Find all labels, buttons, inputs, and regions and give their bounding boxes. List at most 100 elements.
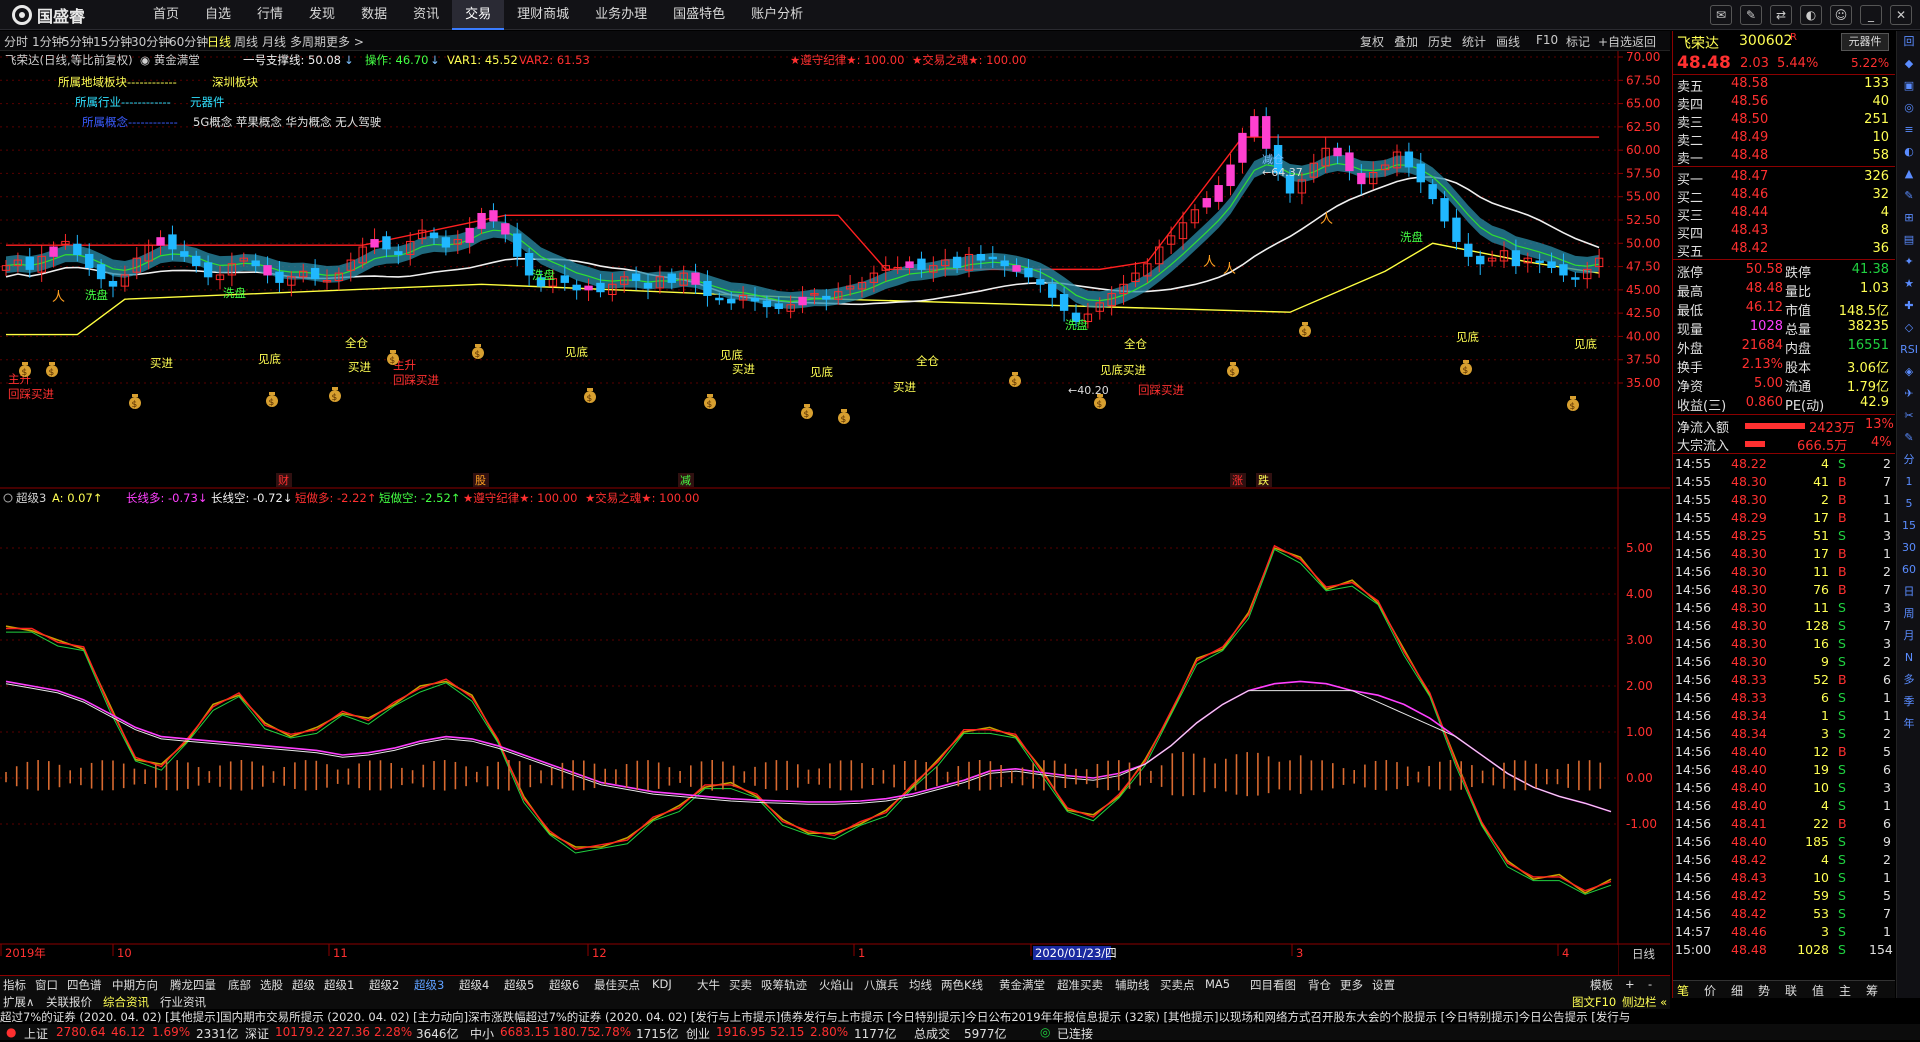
period-4[interactable]: 30分钟 (131, 33, 170, 50)
period-1[interactable]: 1分钟 (32, 33, 64, 50)
sidebar-tool-12[interactable]: ✚ (1897, 295, 1920, 317)
nav-item-0[interactable]: 首页 (140, 0, 192, 30)
sidebar-tool-9[interactable]: ▤ (1897, 229, 1920, 251)
close-icon[interactable]: ✕ (1890, 5, 1912, 25)
nav-item-7[interactable]: 理财商城 (504, 0, 582, 30)
chart-tool-1[interactable]: 叠加 (1394, 33, 1418, 50)
indicator-tab-14[interactable]: 最佳买点 (594, 977, 640, 993)
indicator-tab-30[interactable]: 更多 (1340, 977, 1363, 993)
chart-tool-5[interactable]: F10 (1536, 33, 1558, 47)
nav-item-1[interactable]: 自选 (192, 0, 244, 30)
sidebar-tool-22[interactable]: 15 (1897, 515, 1920, 537)
event-marker[interactable]: 跌 (1258, 473, 1269, 487)
quote-tab-2[interactable]: 细 (1731, 982, 1743, 999)
sidebar-tool-27[interactable]: 月 (1897, 625, 1920, 647)
sidebar-tool-16[interactable]: ✈ (1897, 383, 1920, 405)
sidebar-tool-19[interactable]: 分 (1897, 449, 1920, 471)
info-tab-3[interactable]: 行业资讯 (160, 994, 206, 1010)
chart-tool-7[interactable]: +自选 (1598, 33, 1632, 50)
indicator-tab-29[interactable]: 背仓 (1308, 977, 1331, 993)
panel-toggle-0[interactable]: 图文F10 (1572, 994, 1616, 1010)
indicator-tab-9[interactable]: 超级2 (369, 977, 399, 993)
region-value[interactable]: 深圳板块 (212, 75, 258, 89)
quote-tab-1[interactable]: 价 (1704, 982, 1716, 999)
indicator-tab-31[interactable]: 设置 (1372, 977, 1395, 993)
nav-item-2[interactable]: 行情 (244, 0, 296, 30)
indicator-tab-25[interactable]: 辅助线 (1115, 977, 1150, 993)
minimize-icon[interactable]: _ (1860, 5, 1882, 25)
period-6[interactable]: 日线 (207, 33, 231, 50)
sidebar-tool-15[interactable]: ◈ (1897, 361, 1920, 383)
sidebar-tool-3[interactable]: ◎ (1897, 97, 1920, 119)
chart-area[interactable]: 70.00 67.50 65.00 62.50 60.00 57.50 55.00 52.50… (0, 50, 1670, 976)
indicator-tab-2[interactable]: 四色谱 (67, 977, 102, 993)
sidebar-tool-10[interactable]: ✦ (1897, 251, 1920, 273)
concept-value[interactable]: 5G概念 苹果概念 华为概念 无人驾驶 (193, 115, 382, 129)
indicator-tab-27[interactable]: MA5 (1205, 977, 1230, 991)
indicator-tab-12[interactable]: 超级5 (504, 977, 534, 993)
sidebar-tool-4[interactable]: ≡ (1897, 119, 1920, 141)
period-9[interactable]: 多周期 (290, 33, 326, 50)
indicator-tab-13[interactable]: 超级6 (549, 977, 579, 993)
sidebar-tool-0[interactable]: 回 (1897, 31, 1920, 53)
info-tab-1[interactable]: 关联报价 (46, 994, 92, 1010)
sidebar-tool-26[interactable]: 周 (1897, 603, 1920, 625)
template-tool-0[interactable]: 模板 (1590, 977, 1613, 993)
quote-tab-3[interactable]: 势 (1758, 982, 1770, 999)
indicator-tab-21[interactable]: 均线 (909, 977, 932, 993)
template-tool-2[interactable]: - (1648, 977, 1652, 991)
sidebar-tool-20[interactable]: 1 (1897, 471, 1920, 493)
nav-item-8[interactable]: 业务办理 (582, 0, 660, 30)
event-marker[interactable]: 财 (278, 473, 289, 487)
nav-item-10[interactable]: 账户分析 (738, 0, 816, 30)
industry-tag-button[interactable]: 元器件 (1841, 33, 1889, 51)
indicator-tab-16[interactable]: 大牛 (697, 977, 720, 993)
event-marker[interactable]: 减 (680, 474, 691, 487)
template-tool-1[interactable]: + (1625, 977, 1635, 991)
quote-tab-5[interactable]: 值 (1812, 982, 1824, 999)
sidebar-tool-31[interactable]: 年 (1897, 713, 1920, 735)
indicator-tab-20[interactable]: 八旗兵 (864, 977, 899, 993)
sidebar-tool-25[interactable]: 日 (1897, 581, 1920, 603)
chart-tool-3[interactable]: 统计 (1462, 33, 1486, 50)
indicator-tab-15[interactable]: KDJ (652, 977, 672, 991)
indicator-tab-3[interactable]: 中期方向 (112, 977, 158, 993)
nav-item-9[interactable]: 国盛特色 (660, 0, 738, 30)
indicator-tab-0[interactable]: 指标 (3, 977, 26, 993)
nav-item-6[interactable]: 交易 (452, 0, 505, 30)
sidebar-tool-28[interactable]: N (1897, 647, 1920, 669)
period-8[interactable]: 月线 (262, 33, 286, 50)
chart-tool-8[interactable]: 返回 (1632, 33, 1656, 50)
indicator-tab-19[interactable]: 火焰山 (819, 977, 854, 993)
period-3[interactable]: 15分钟 (93, 33, 132, 50)
kline-chart-svg[interactable]: 70.00 67.50 65.00 62.50 60.00 57.50 55.00 52.50… (0, 50, 1670, 976)
chart-tool-2[interactable]: 历史 (1428, 33, 1452, 50)
quote-tab-4[interactable]: 联 (1785, 982, 1797, 999)
sidebar-tool-6[interactable]: ▲ (1897, 163, 1920, 185)
sidebar-tool-8[interactable]: ⊞ (1897, 207, 1920, 229)
info-tab-2[interactable]: 综合资讯 (103, 994, 149, 1010)
switch-icon[interactable]: ⇄ (1770, 5, 1792, 25)
chart-tool-0[interactable]: 复权 (1360, 33, 1384, 50)
industry-value[interactable]: 元器件 (190, 95, 225, 109)
skin-icon[interactable]: ◐ (1800, 5, 1822, 25)
news-ticker[interactable]: 超过7%的证券 (2020. 04. 02) [其他提示]国内期市交易所提示 (… (0, 1009, 1920, 1024)
sidebar-tool-18[interactable]: ✎ (1897, 427, 1920, 449)
indicator-tab-22[interactable]: 两色K线 (941, 977, 983, 993)
quote-tab-0[interactable]: 笔 (1677, 982, 1689, 999)
edit-icon[interactable]: ✎ (1740, 5, 1762, 25)
nav-item-5[interactable]: 资讯 (400, 0, 452, 30)
info-tab-0[interactable]: 扩展∧ (3, 994, 34, 1010)
sidebar-tool-1[interactable]: ◆ (1897, 53, 1920, 75)
indicator-tab-6[interactable]: 选股 (260, 977, 283, 993)
indicator-tab-18[interactable]: 吸筹轨迹 (761, 977, 807, 993)
sidebar-tool-14[interactable]: RSI (1897, 339, 1920, 361)
sidebar-tool-2[interactable]: ▣ (1897, 75, 1920, 97)
sidebar-tool-13[interactable]: ◇ (1897, 317, 1920, 339)
indicator-tab-11[interactable]: 超级4 (459, 977, 489, 993)
nav-item-4[interactable]: 数据 (348, 0, 400, 30)
sidebar-tool-30[interactable]: 季 (1897, 691, 1920, 713)
sidebar-tool-7[interactable]: ✎ (1897, 185, 1920, 207)
sidebar-tool-5[interactable]: ◐ (1897, 141, 1920, 163)
quote-tab-7[interactable]: 筹 (1866, 982, 1878, 999)
